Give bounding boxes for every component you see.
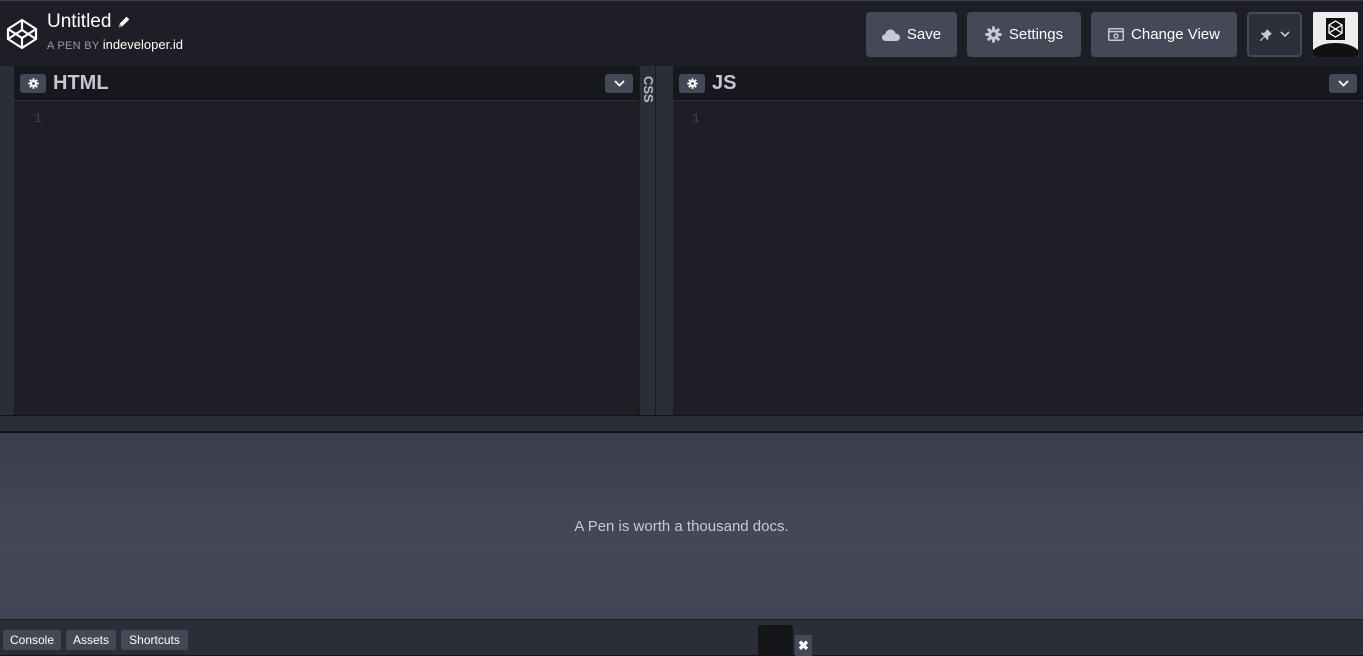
pen-byline: A PEN BY indeveloper.id bbox=[47, 37, 183, 52]
preview-resize-handle[interactable] bbox=[0, 415, 1363, 433]
js-collapse-button[interactable] bbox=[1329, 74, 1357, 93]
settings-label: Settings bbox=[1008, 26, 1064, 43]
assets-button[interactable]: Assets bbox=[66, 630, 116, 650]
author-link[interactable]: indeveloper.id bbox=[103, 37, 183, 52]
save-button[interactable]: Save bbox=[866, 12, 957, 57]
save-label: Save bbox=[906, 26, 942, 43]
html-editor-title: HTML bbox=[53, 72, 109, 94]
byline-prefix: A PEN BY bbox=[47, 40, 100, 52]
layout-view-icon bbox=[1108, 28, 1124, 41]
user-avatar[interactable] bbox=[1313, 12, 1358, 57]
footer-bar: Console Assets Shortcuts ✖ bbox=[0, 619, 1363, 656]
pencil-edit-icon[interactable] bbox=[117, 15, 131, 29]
gear-icon bbox=[985, 26, 1002, 43]
html-collapse-button[interactable] bbox=[605, 74, 633, 93]
html-line-number: 1 bbox=[34, 111, 42, 126]
pin-icon bbox=[1260, 28, 1272, 41]
cloud-icon bbox=[881, 29, 900, 41]
css-editor-title: CSS bbox=[641, 76, 656, 103]
js-editor-title: JS bbox=[712, 72, 737, 94]
mini-panel[interactable] bbox=[758, 625, 793, 656]
html-editor-header: HTML bbox=[14, 66, 639, 101]
pin-menu-button[interactable] bbox=[1247, 12, 1302, 57]
editor-area: HTML 1 CSS JS 1 bbox=[0, 66, 1363, 415]
avatar-image bbox=[1313, 12, 1358, 57]
top-bar: Untitled A PEN BY indeveloper.id Save Se… bbox=[0, 0, 1363, 66]
html-editor-pane: HTML 1 bbox=[14, 66, 639, 415]
css-editor-collapsed[interactable]: CSS bbox=[639, 66, 656, 415]
html-settings-button[interactable] bbox=[20, 74, 46, 93]
js-editor-header: JS bbox=[673, 66, 1363, 101]
chevron-down-icon bbox=[1337, 80, 1349, 87]
editor-resize-handle[interactable] bbox=[656, 66, 673, 415]
gear-icon bbox=[27, 78, 39, 89]
console-button[interactable]: Console bbox=[3, 630, 61, 650]
chevron-down-icon bbox=[613, 80, 625, 87]
change-view-label: Change View bbox=[1131, 26, 1220, 43]
js-settings-button[interactable] bbox=[679, 74, 705, 93]
preview-panel[interactable]: A Pen is worth a thousand docs. bbox=[0, 433, 1363, 619]
shortcuts-button[interactable]: Shortcuts bbox=[121, 630, 188, 650]
pen-title-block: Untitled A PEN BY indeveloper.id bbox=[47, 11, 183, 52]
pen-title-row[interactable]: Untitled bbox=[47, 11, 183, 33]
chevron-down-icon bbox=[1280, 31, 1290, 38]
pen-title[interactable]: Untitled bbox=[47, 11, 111, 33]
codepen-logo-icon[interactable] bbox=[6, 18, 38, 50]
js-line-number: 1 bbox=[692, 111, 700, 126]
js-editor-pane: JS 1 bbox=[673, 66, 1363, 415]
close-icon[interactable]: ✖ bbox=[795, 635, 812, 656]
change-view-button[interactable]: Change View bbox=[1091, 12, 1237, 57]
editor-left-resize-edge[interactable] bbox=[0, 66, 14, 415]
preview-placeholder: A Pen is worth a thousand docs. bbox=[574, 518, 789, 535]
gear-icon bbox=[686, 78, 698, 89]
settings-button[interactable]: Settings bbox=[967, 12, 1081, 57]
